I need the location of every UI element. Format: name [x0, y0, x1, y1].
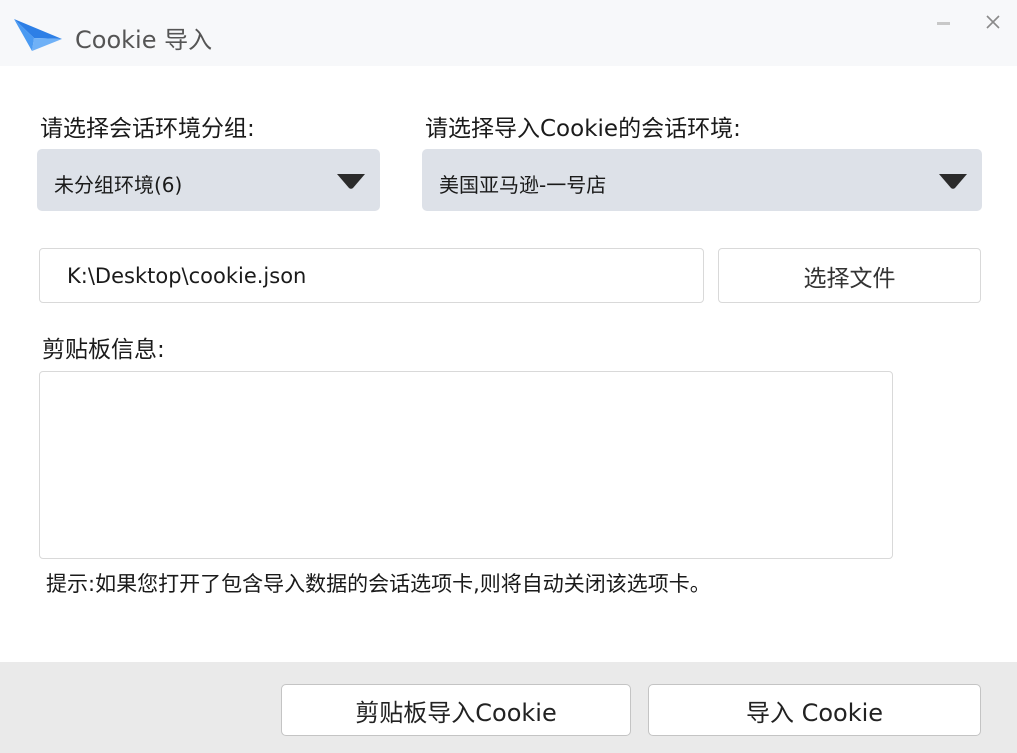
close-icon	[986, 15, 1000, 29]
window-title: Cookie 导入	[75, 26, 213, 54]
clipboard-import-button[interactable]: 剪贴板导入Cookie	[281, 684, 631, 736]
caret-down-icon	[939, 174, 967, 189]
caret-down-icon	[337, 174, 365, 189]
file-path-input[interactable]	[39, 248, 704, 303]
group-select-value: 未分组环境(6)	[54, 173, 183, 197]
clipboard-label: 剪贴板信息:	[42, 337, 165, 363]
group-label: 请选择会话环境分组:	[40, 116, 255, 142]
minimize-icon	[937, 22, 950, 25]
import-cookie-button[interactable]: 导入 Cookie	[648, 684, 981, 736]
hint-text: 提示:如果您打开了包含导入数据的会话选项卡,则将自动关闭该选项卡。	[46, 572, 711, 596]
environment-select[interactable]: 美国亚马逊-一号店	[422, 149, 982, 211]
environment-select-value: 美国亚马逊-一号店	[439, 173, 607, 197]
minimize-button[interactable]	[928, 8, 958, 38]
clipboard-textarea[interactable]	[39, 371, 893, 559]
group-select[interactable]: 未分组环境(6)	[37, 149, 380, 211]
title-bar: Cookie 导入	[0, 0, 1017, 66]
footer-bar: 剪贴板导入Cookie 导入 Cookie	[0, 662, 1017, 753]
choose-file-button[interactable]: 选择文件	[718, 248, 981, 303]
environment-label: 请选择导入Cookie的会话环境:	[425, 116, 741, 142]
bird-logo-icon	[14, 19, 62, 51]
close-button[interactable]	[978, 8, 1008, 38]
